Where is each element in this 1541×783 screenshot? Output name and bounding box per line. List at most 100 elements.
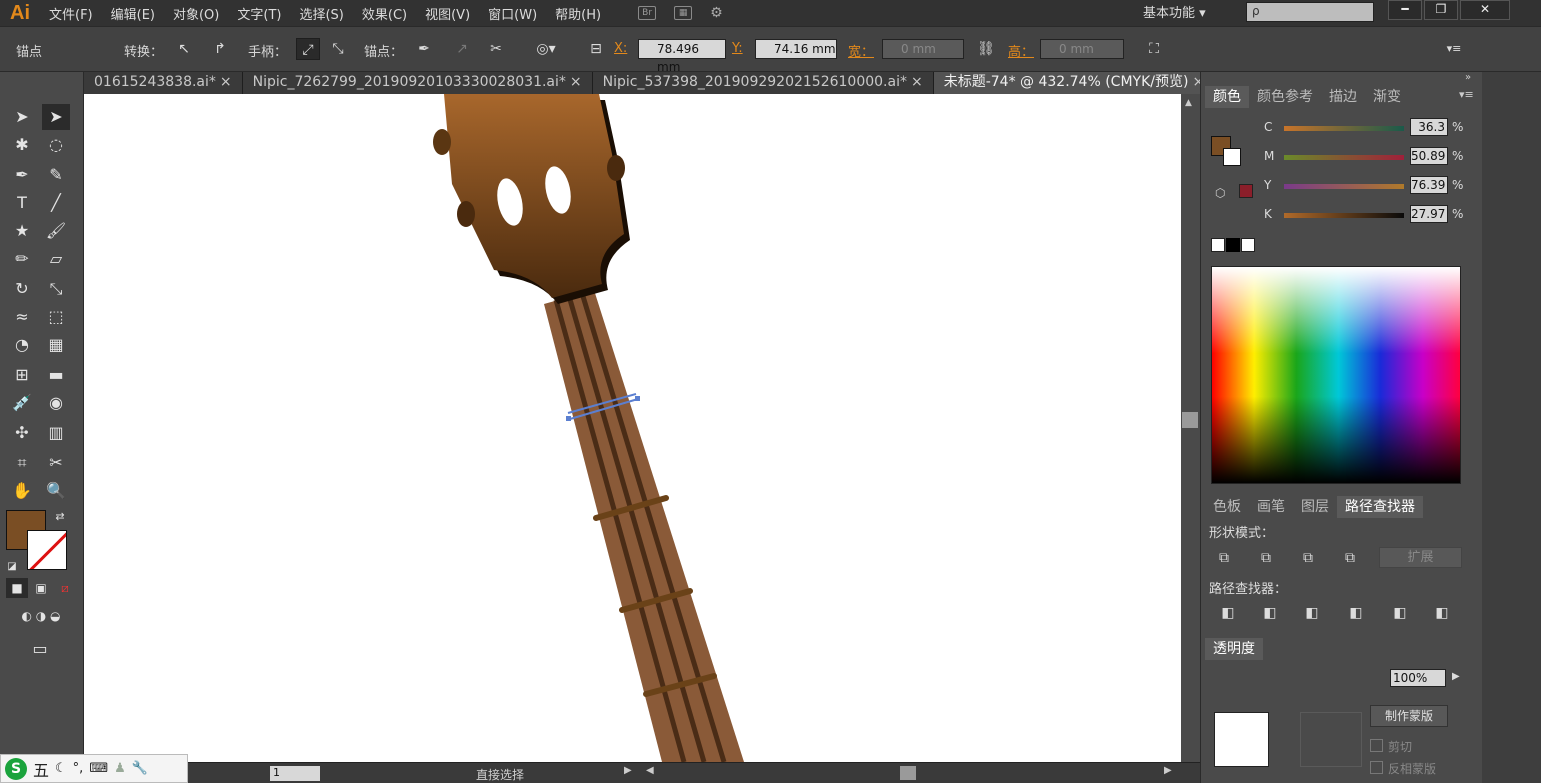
type-tool-icon[interactable]: T — [8, 190, 36, 216]
selection-tool-icon[interactable]: ➤ — [8, 104, 36, 130]
stroke-swatch[interactable] — [27, 530, 67, 570]
workspace-switcher[interactable]: 基本功能 ▾ — [1143, 2, 1206, 21]
shape-builder-tool-icon[interactable]: ◔ — [8, 332, 36, 358]
pencil-tool-icon[interactable]: ✏ — [8, 246, 36, 272]
artboard-tool-icon[interactable]: ⌗ — [8, 450, 36, 476]
rotate-tool-icon[interactable]: ↻ — [8, 276, 36, 302]
tab-pathfinder[interactable]: 路径查找器 — [1337, 496, 1423, 518]
close-icon[interactable]: × — [570, 74, 582, 90]
cyan-value-field[interactable]: 36.3 — [1410, 118, 1448, 136]
clip-checkbox[interactable]: 剪切 — [1370, 738, 1412, 755]
ime-mode-label[interactable]: 五 — [33, 757, 49, 781]
arrange-documents-icon[interactable]: ▦ — [674, 6, 693, 20]
color-mode-icon[interactable]: ■ — [6, 578, 28, 598]
black-swatch[interactable] — [1226, 238, 1240, 252]
object-thumbnail[interactable] — [1214, 712, 1269, 767]
cut-path-icon[interactable]: ✂ — [484, 38, 508, 60]
status-arrow-icon[interactable]: ▶ — [624, 765, 632, 776]
gpu-performance-icon[interactable]: ⚙ — [710, 5, 723, 21]
menu-file[interactable]: 文件(F) — [40, 4, 102, 23]
keyboard-icon[interactable]: ⌨ — [89, 761, 108, 776]
crop-icon[interactable]: ◧ — [1346, 604, 1366, 622]
scale-tool-icon[interactable]: ⤡ — [42, 276, 70, 302]
web-safe-swatch[interactable] — [1239, 184, 1253, 198]
star-tool-icon[interactable]: ★ — [8, 218, 36, 244]
outline-icon[interactable]: ◧ — [1390, 604, 1410, 622]
black-slider[interactable] — [1284, 213, 1404, 218]
gradient-mode-icon[interactable]: ▣ — [30, 578, 52, 598]
panel-menu-icon[interactable]: ▾≡ — [1442, 38, 1466, 60]
direct-selection-tool-icon[interactable]: ➤ — [42, 104, 70, 130]
exclude-icon[interactable]: ⧉ — [1340, 549, 1360, 567]
y-coordinate-field[interactable]: 74.16 mm — [755, 39, 837, 59]
panel-menu-icon[interactable]: ▾≡ — [1459, 88, 1474, 101]
screen-mode-icon[interactable]: ▭ — [26, 636, 54, 662]
isolate-anchors-icon[interactable]: ◎▾ — [534, 38, 558, 60]
convert-smooth-icon[interactable]: ↱ — [208, 38, 232, 60]
remove-anchor-icon[interactable]: ✒ — [412, 38, 436, 60]
none-mode-icon[interactable]: ⧄ — [54, 578, 76, 598]
out-of-gamut-icon[interactable]: ⬡ — [1215, 186, 1225, 200]
tab-swatches[interactable]: 色板 — [1205, 496, 1249, 518]
trim-icon[interactable]: ◧ — [1260, 604, 1280, 622]
magenta-value-field[interactable]: 50.89 — [1410, 147, 1448, 165]
stroke-color-preview[interactable] — [1223, 148, 1241, 166]
minimize-button[interactable]: ━ — [1388, 0, 1422, 20]
menu-help[interactable]: 帮助(H) — [546, 4, 610, 23]
pen-tool-icon[interactable]: ✒ — [8, 162, 36, 188]
eraser-tool-icon[interactable]: ▱ — [42, 246, 70, 272]
restore-button[interactable]: ❐ — [1424, 0, 1458, 20]
minus-back-icon[interactable]: ◧ — [1432, 604, 1452, 622]
vertical-scrollbar[interactable]: ▲ — [1181, 94, 1200, 762]
tab-stroke[interactable]: 描边 — [1321, 86, 1365, 108]
constrain-link-icon[interactable]: ⛓ — [974, 38, 998, 60]
free-transform-tool-icon[interactable]: ⬚ — [42, 304, 70, 330]
default-colors-icon[interactable]: ◪ — [4, 554, 20, 580]
artboard-canvas[interactable] — [84, 94, 1181, 762]
scroll-up-icon[interactable]: ▲ — [1185, 98, 1192, 108]
menu-view[interactable]: 视图(V) — [416, 4, 479, 23]
yellow-slider[interactable] — [1284, 184, 1404, 189]
width-field[interactable]: 0 mm — [882, 39, 964, 59]
convert-corner-icon[interactable]: ↖ — [172, 38, 196, 60]
draw-mode-icon[interactable]: ◐ ◑ ◒ — [6, 606, 76, 626]
column-graph-tool-icon[interactable]: ▥ — [42, 420, 70, 446]
warp-tool-icon[interactable]: ≈ — [8, 304, 36, 330]
tab-document-2[interactable]: Nipic_7262799_20190920103330028031.ai* × — [242, 72, 593, 94]
tab-document-3[interactable]: Nipic_537398_20190929202152610000.ai* × — [592, 72, 934, 94]
menu-window[interactable]: 窗口(W) — [479, 4, 546, 23]
blend-tool-icon[interactable]: ◉ — [42, 390, 70, 416]
menu-edit[interactable]: 编辑(E) — [102, 4, 164, 23]
invert-mask-checkbox[interactable]: 反相蒙版 — [1370, 760, 1436, 777]
perspective-grid-tool-icon[interactable]: ▦ — [42, 332, 70, 358]
tab-color-guide[interactable]: 颜色参考 — [1249, 86, 1321, 108]
unite-icon[interactable]: ⧉ — [1214, 549, 1234, 567]
close-icon[interactable]: × — [220, 74, 232, 90]
make-mask-button[interactable]: 制作蒙版 — [1370, 705, 1448, 727]
cyan-slider[interactable] — [1284, 126, 1404, 131]
yellow-value-field[interactable]: 76.39 — [1410, 176, 1448, 194]
hand-tool-icon[interactable]: ✋ — [8, 478, 36, 504]
skin-icon[interactable]: ♟ — [114, 761, 126, 776]
horizontal-scroll-thumb[interactable] — [900, 766, 916, 780]
slice-tool-icon[interactable]: ✂ — [42, 450, 70, 476]
transform-icon[interactable]: ⛶ — [1142, 38, 1166, 60]
symbol-sprayer-tool-icon[interactable]: ✣ — [8, 420, 36, 446]
swap-fill-stroke-icon[interactable]: ⇄ — [50, 504, 70, 530]
gradient-tool-icon[interactable]: ▬ — [42, 362, 70, 388]
tab-color[interactable]: 颜色 — [1205, 86, 1249, 108]
panel-collapse-icon[interactable]: » — [1465, 72, 1471, 83]
connect-anchors-icon[interactable]: ↗ — [450, 38, 474, 60]
menu-effect[interactable]: 效果(C) — [353, 4, 416, 23]
close-button[interactable]: ✕ — [1460, 0, 1510, 20]
none-swatch[interactable] — [1211, 238, 1225, 252]
hide-handles-icon[interactable]: ⤡ — [326, 38, 350, 60]
curvature-tool-icon[interactable]: ✎ — [42, 162, 70, 188]
paintbrush-tool-icon[interactable]: 🖌 — [42, 218, 70, 244]
scrollbar-thumb[interactable] — [1182, 412, 1198, 428]
magenta-slider[interactable] — [1284, 155, 1404, 160]
x-coordinate-field[interactable]: 78.496 mm — [638, 39, 726, 74]
scroll-left-icon[interactable]: ◀ — [646, 765, 654, 776]
white-swatch[interactable] — [1241, 238, 1255, 252]
intersect-icon[interactable]: ⧉ — [1298, 549, 1318, 567]
